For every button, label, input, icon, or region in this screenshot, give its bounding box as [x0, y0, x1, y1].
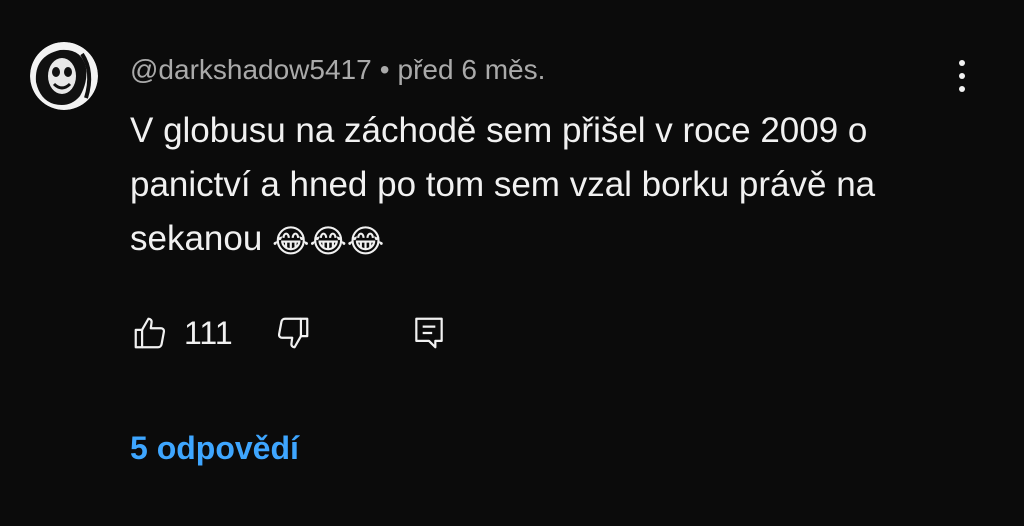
comment-body: V globusu na záchodě sem přišel v roce 2…: [130, 111, 876, 258]
comment-text: V globusu na záchodě sem přišel v roce 2…: [130, 104, 910, 268]
comment-meta: @darkshadow5417 • před 6 měs.: [130, 52, 545, 88]
avatar-image: [30, 42, 98, 110]
comment-actions: 111: [130, 310, 449, 356]
like-button[interactable]: [130, 313, 170, 353]
dislike-button[interactable]: [273, 313, 313, 353]
meta-separator: •: [379, 54, 390, 85]
comment-item: @darkshadow5417 • před 6 měs. V globusu na…: [0, 0, 1024, 526]
author-name[interactable]: @darkshadow5417: [130, 54, 372, 85]
more-vertical-icon: [959, 60, 965, 66]
laughing-emoji: 😂😂😂: [272, 222, 385, 260]
like-count: 111: [184, 314, 233, 351]
view-replies-button[interactable]: 5 odpovědí: [130, 430, 299, 467]
thumbs-down-icon: [277, 317, 308, 349]
avatar[interactable]: [30, 42, 98, 110]
reply-button[interactable]: [409, 313, 449, 353]
more-options-button[interactable]: [944, 56, 980, 96]
reply-comment-icon: [414, 317, 443, 349]
thumbs-up-icon: [134, 317, 166, 349]
comment-timestamp[interactable]: před 6 měs.: [398, 54, 546, 85]
